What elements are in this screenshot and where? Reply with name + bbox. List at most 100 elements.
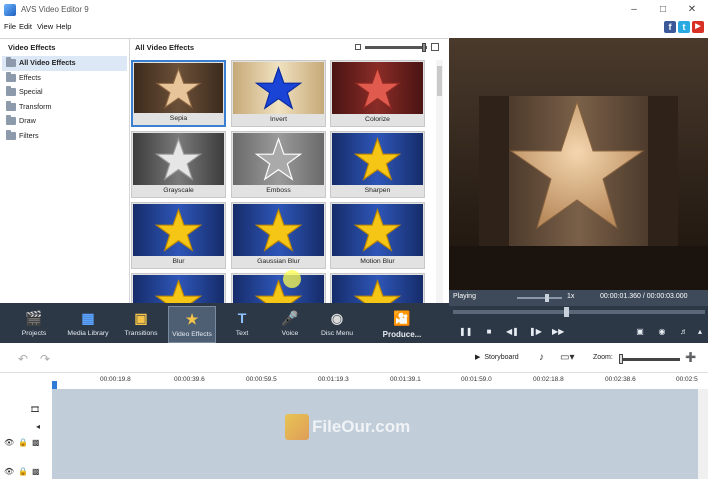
redo-icon[interactable]: ↷ bbox=[40, 352, 50, 366]
stop-icon[interactable]: ■ bbox=[483, 327, 495, 337]
timeline-scrollbar[interactable] bbox=[698, 389, 708, 479]
next-frame-icon[interactable]: ❚▶ bbox=[529, 327, 542, 337]
category-draw[interactable]: Draw bbox=[2, 114, 127, 129]
seek-bar[interactable] bbox=[453, 307, 705, 317]
expand-icon[interactable]: ▴ bbox=[694, 327, 706, 337]
zoom-in-icon[interactable]: ➕ bbox=[685, 352, 696, 363]
minimize-button[interactable]: – bbox=[626, 3, 642, 17]
lock-icon[interactable]: 🔒 bbox=[18, 467, 28, 476]
undo-icon[interactable]: ↶ bbox=[18, 352, 28, 366]
category-filters[interactable]: Filters bbox=[2, 129, 127, 144]
text-button[interactable]: T Text bbox=[218, 306, 266, 343]
menu-file[interactable]: File bbox=[4, 22, 16, 31]
ruler-tick: 00:01:19.3 bbox=[318, 376, 349, 383]
effect-tile-sharpen[interactable]: Sharpen bbox=[330, 131, 425, 198]
video-track-icon: 🎞 bbox=[30, 405, 41, 414]
menu-help[interactable]: Help bbox=[56, 22, 71, 31]
facebook-icon[interactable]: f bbox=[664, 21, 676, 33]
effect-tile-sepia[interactable]: Sepia bbox=[131, 60, 226, 127]
youtube-icon[interactable]: ▶ bbox=[692, 21, 704, 33]
media-library-button[interactable]: ▦ Media Library bbox=[64, 306, 112, 343]
watermark-text: FileOur.com bbox=[312, 417, 411, 436]
visibility-icon[interactable]: 👁 bbox=[4, 467, 14, 476]
scrollbar-thumb[interactable] bbox=[437, 66, 442, 96]
lock-icon[interactable]: 🔒 bbox=[18, 438, 28, 447]
effect-tile-colorize[interactable]: Colorize bbox=[330, 60, 425, 127]
speed-slider-thumb[interactable] bbox=[545, 294, 549, 302]
playhead-marker[interactable] bbox=[52, 381, 57, 389]
effect-thumbnail bbox=[133, 275, 224, 304]
small-thumbs-icon[interactable] bbox=[355, 44, 361, 50]
effect-tile-effect[interactable] bbox=[131, 273, 226, 304]
audio-settings-icon[interactable]: ♪ bbox=[539, 352, 544, 363]
volume-icon[interactable]: ♬ bbox=[678, 327, 690, 337]
timeline-ruler[interactable]: 00:00:19.8 00:00:39.6 00:00:59.5 00:01:1… bbox=[52, 373, 708, 389]
snapshot-icon[interactable]: ◉ bbox=[656, 327, 668, 337]
category-all-video-effects[interactable]: All Video Effects bbox=[2, 56, 127, 71]
category-label: Effects bbox=[19, 72, 41, 82]
timecode: 00:00:01.360 / 00:00:03.000 bbox=[600, 293, 688, 300]
category-effects[interactable]: Effects bbox=[2, 71, 127, 86]
video-effects-button[interactable]: ★ Video Effects bbox=[168, 306, 216, 343]
track-type-icon: ▩ bbox=[32, 467, 40, 476]
storyboard-button[interactable]: Storyboard bbox=[475, 353, 518, 361]
tool-label: Media Library bbox=[67, 330, 109, 337]
effect-tile-effect[interactable] bbox=[231, 273, 326, 304]
effects-scrollbar[interactable] bbox=[436, 60, 443, 304]
effect-tile-motion-blur[interactable]: Motion Blur bbox=[330, 202, 425, 269]
effect-tile-emboss[interactable]: Emboss bbox=[231, 131, 326, 198]
tool-label: Disc Menu bbox=[320, 330, 354, 337]
effect-tile-blur[interactable]: Blur bbox=[131, 202, 226, 269]
twitter-icon[interactable]: t bbox=[678, 21, 690, 33]
track-type-icon: ▩ bbox=[32, 438, 40, 447]
pause-icon[interactable]: ❚❚ bbox=[459, 327, 472, 337]
display-mode-icon[interactable]: ▭▾ bbox=[560, 352, 574, 363]
ruler-tick: 00:01:59.0 bbox=[461, 376, 492, 383]
effect-tile-gaussian-blur[interactable]: Gaussian Blur bbox=[231, 202, 326, 269]
effect-label: Invert bbox=[270, 116, 287, 123]
category-list: All Video Effects Effects Special Transf… bbox=[2, 56, 127, 143]
category-transform[interactable]: Transform bbox=[2, 100, 127, 115]
previous-frame-icon[interactable]: ◀❚ bbox=[506, 327, 519, 337]
transport-controls: ❚❚ ■ ◀❚ ❚▶ ▶▶ ▣ ◉ ♬ ▴ bbox=[449, 306, 708, 343]
effect-thumbnail bbox=[233, 275, 324, 304]
produce-button[interactable]: 🎦 Produce... bbox=[376, 306, 428, 343]
microphone-icon: 🎤 bbox=[281, 310, 299, 326]
cursor-highlight bbox=[283, 270, 301, 288]
categories-header: Video Effects bbox=[8, 43, 56, 52]
effect-tile-effect[interactable] bbox=[330, 273, 425, 304]
effect-thumbnail bbox=[233, 133, 324, 185]
maximize-button[interactable]: □ bbox=[655, 3, 671, 17]
star-thumbnail-icon bbox=[233, 204, 324, 256]
thumbnail-size-slider[interactable] bbox=[365, 43, 427, 52]
menu-view[interactable]: View bbox=[37, 22, 53, 31]
voice-button[interactable]: 🎤 Voice bbox=[266, 306, 314, 343]
effect-tile-grayscale[interactable]: Grayscale bbox=[131, 131, 226, 198]
star-thumbnail-icon bbox=[233, 62, 324, 114]
transitions-button[interactable]: ▣ Transitions bbox=[117, 306, 165, 343]
close-button[interactable]: ✕ bbox=[684, 3, 700, 17]
fullscreen-icon[interactable]: ▣ bbox=[634, 327, 646, 337]
visibility-icon[interactable]: 👁 bbox=[4, 438, 14, 447]
effect-thumbnail bbox=[332, 275, 423, 304]
disc-menu-button[interactable]: ◉ Disc Menu bbox=[313, 306, 361, 343]
seek-thumb[interactable] bbox=[564, 307, 569, 317]
speed-slider[interactable] bbox=[517, 294, 562, 302]
large-thumbs-icon[interactable] bbox=[431, 43, 439, 51]
speed-value: 1x bbox=[567, 293, 575, 300]
zoom-slider[interactable] bbox=[619, 354, 680, 364]
menu-bar: File Edit View Help bbox=[0, 20, 300, 34]
star-thumbnail-icon bbox=[133, 204, 224, 256]
video-preview[interactable] bbox=[449, 38, 708, 290]
category-special[interactable]: Special bbox=[2, 85, 127, 100]
menu-edit[interactable]: Edit bbox=[19, 22, 32, 31]
fast-forward-icon[interactable]: ▶▶ bbox=[552, 327, 564, 337]
app-logo-icon bbox=[4, 4, 16, 16]
slider-thumb[interactable] bbox=[422, 43, 426, 52]
projects-button[interactable]: 🎬 Projects bbox=[10, 306, 58, 343]
zoom-slider-thumb[interactable] bbox=[619, 354, 623, 364]
produce-film-icon: 🎦 bbox=[393, 310, 411, 326]
effect-thumbnail bbox=[133, 133, 224, 185]
folder-icon bbox=[6, 86, 16, 96]
effect-tile-invert[interactable]: Invert bbox=[231, 60, 326, 127]
